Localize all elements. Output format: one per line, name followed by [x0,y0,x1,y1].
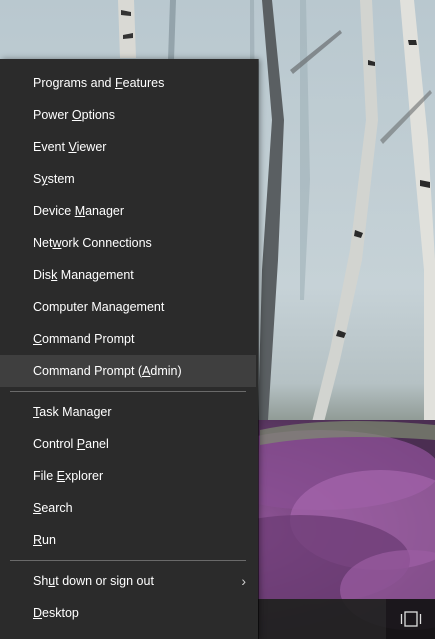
menu-item-system[interactable]: System [0,163,256,195]
desktop: Programs and Features Power Options Even… [0,0,435,639]
menu-item-programs-and-features[interactable]: Programs and Features [0,67,256,99]
menu-item-power-options[interactable]: Power Options [0,99,256,131]
power-user-menu: Programs and Features Power Options Even… [0,59,258,639]
menu-item-device-manager[interactable]: Device Manager [0,195,256,227]
menu-separator [10,391,246,392]
menu-item-disk-management[interactable]: Disk Management [0,259,256,291]
task-view-icon [400,611,421,627]
menu-item-file-explorer[interactable]: File Explorer [0,460,256,492]
menu-item-network-connections[interactable]: Network Connections [0,227,256,259]
menu-item-command-prompt-admin[interactable]: Command Prompt (Admin) [0,355,256,387]
menu-item-shut-down-or-sign-out[interactable]: Shut down or sign out › [0,565,256,597]
task-view-button[interactable] [386,599,435,639]
chevron-right-icon: › [241,573,246,589]
search-box[interactable] [258,599,386,639]
menu-item-control-panel[interactable]: Control Panel [0,428,256,460]
menu-item-desktop[interactable]: Desktop [0,597,256,629]
menu-item-run[interactable]: Run [0,524,256,556]
menu-item-task-manager[interactable]: Task Manager [0,396,256,428]
menu-separator [10,560,246,561]
menu-item-computer-management[interactable]: Computer Management [0,291,256,323]
menu-item-command-prompt[interactable]: Command Prompt [0,323,256,355]
menu-item-search[interactable]: Search [0,492,256,524]
menu-item-event-viewer[interactable]: Event Viewer [0,131,256,163]
